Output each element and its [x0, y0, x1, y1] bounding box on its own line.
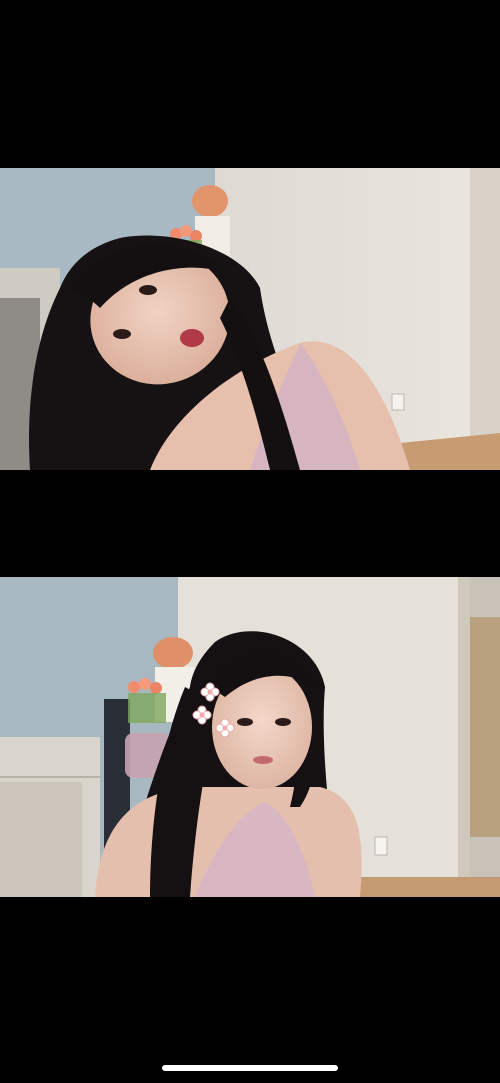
photo-viewer-screen [0, 0, 500, 1083]
photo-2-image [0, 577, 500, 897]
home-indicator[interactable] [162, 1065, 338, 1071]
photo-1[interactable] [0, 168, 500, 470]
photo-1-image [0, 168, 500, 470]
photo-2[interactable] [0, 577, 500, 897]
